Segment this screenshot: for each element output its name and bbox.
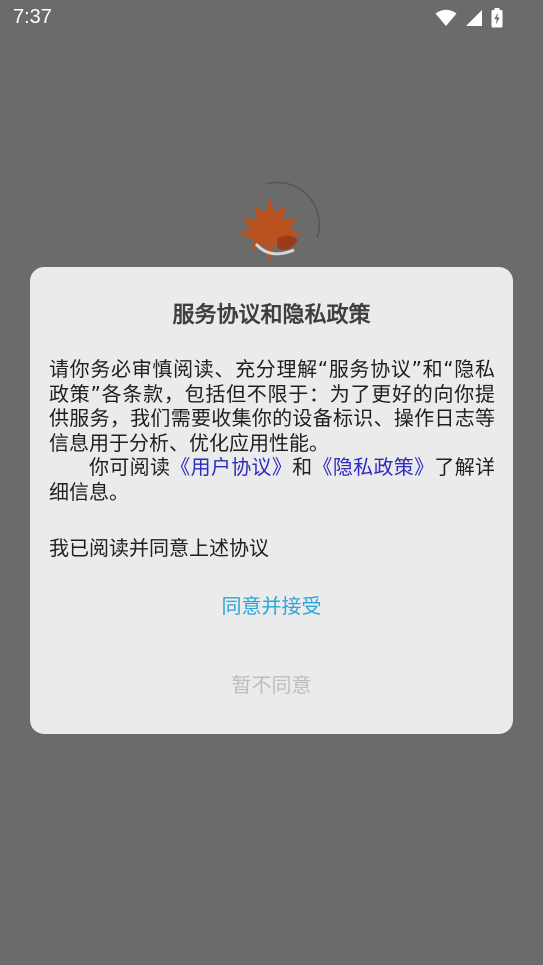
decline-button[interactable]: 暂不同意	[30, 669, 513, 698]
status-time: 7:37	[13, 6, 52, 28]
dialog-body-paragraph-1: 请你务必审慎阅读、充分理解“服务协议”和“隐私政策”各条款，包括但不限于：为了更…	[49, 357, 495, 455]
status-icons	[435, 8, 503, 28]
wifi-icon	[435, 9, 457, 27]
agree-button[interactable]: 同意并接受	[30, 590, 513, 619]
confirm-statement: 我已阅读并同意上述协议	[49, 536, 269, 560]
user-agreement-link[interactable]: 《用户协议》	[170, 455, 292, 479]
privacy-dialog: 服务协议和隐私政策 请你务必审慎阅读、充分理解“服务协议”和“隐私政策”各条款，…	[30, 267, 513, 734]
dialog-body: 请你务必审慎阅读、充分理解“服务协议”和“隐私政策”各条款，包括但不限于：为了更…	[49, 357, 495, 504]
paragraph-2-middle: 和	[292, 455, 313, 479]
app-logo	[226, 180, 322, 270]
paragraph-2-prefix: 你可阅读	[89, 455, 171, 479]
privacy-policy-link[interactable]: 《隐私政策》	[313, 455, 435, 479]
signal-icon	[465, 9, 483, 27]
dialog-body-paragraph-2: 你可阅读《用户协议》和《隐私政策》了解详细信息。	[49, 455, 495, 504]
battery-charging-icon	[491, 8, 503, 28]
dialog-title: 服务协议和隐私政策	[172, 303, 371, 328]
status-bar: 7:37	[0, 0, 543, 38]
